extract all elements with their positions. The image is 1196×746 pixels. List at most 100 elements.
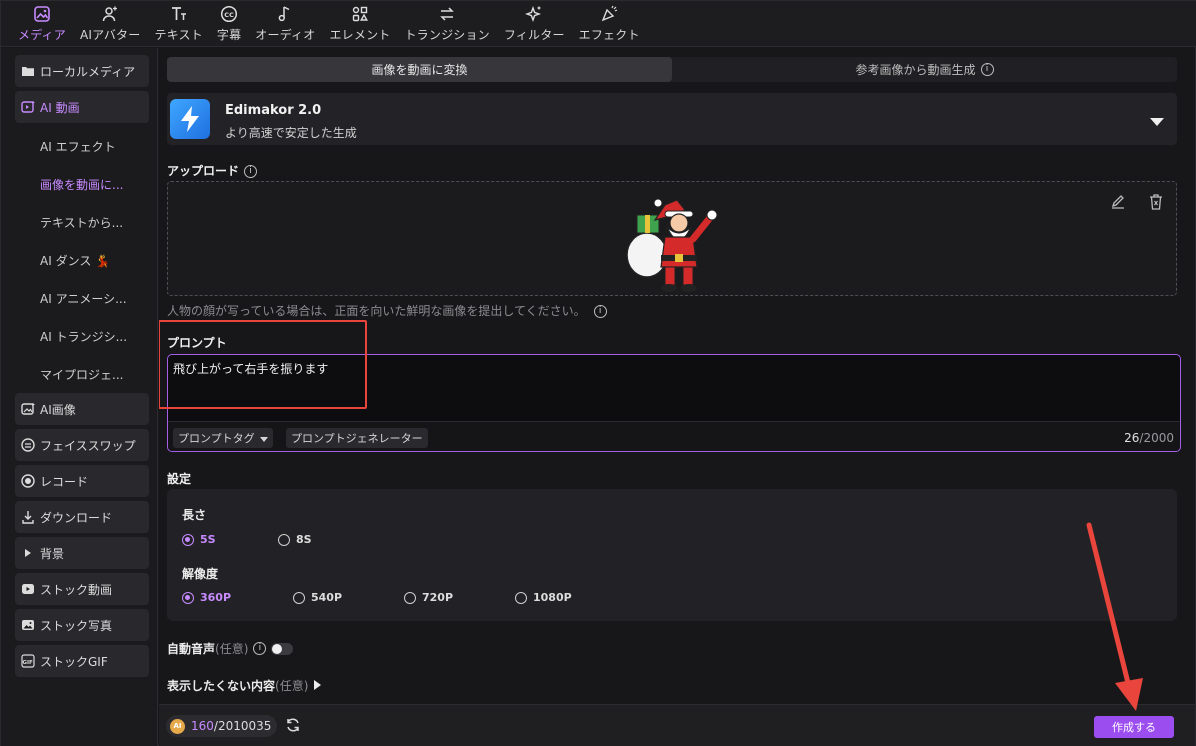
sidebar-item-label: 背景 bbox=[40, 546, 65, 561]
sidebar-item-stock-photo[interactable]: ストック写真 bbox=[15, 609, 149, 641]
tool-text[interactable]: テキスト bbox=[147, 0, 209, 46]
avatar-icon bbox=[99, 4, 121, 24]
text-icon bbox=[168, 4, 190, 24]
info-icon[interactable]: i bbox=[980, 63, 994, 76]
svg-text:CC: CC bbox=[224, 11, 234, 19]
sidebar-item-download[interactable]: ダウンロード bbox=[15, 501, 149, 533]
top-toolbar: メディア AIアバター テキスト CC 字幕 オーディオ エレメント トランジシ… bbox=[1, 1, 1196, 47]
info-icon[interactable]: i bbox=[593, 305, 607, 318]
caret-right-icon bbox=[314, 679, 322, 693]
radio-icon bbox=[182, 591, 194, 604]
refresh-icon[interactable] bbox=[285, 717, 301, 737]
sidebar-item-background[interactable]: 背景 bbox=[15, 537, 149, 569]
radio-icon bbox=[293, 591, 305, 604]
sidebar-sub-image-to-video[interactable]: 画像を動画に... bbox=[15, 165, 149, 203]
auto-audio-row: 自動音声 (任意) i bbox=[167, 640, 294, 657]
stock-photo-icon bbox=[21, 618, 35, 632]
main-panel: 画像を動画に変換 参考画像から動画生成 i Edimakor 2.0 より高速で安… bbox=[159, 48, 1195, 703]
resolution-radio-1080p[interactable]: 1080P bbox=[515, 591, 572, 604]
tool-transition[interactable]: トランジション bbox=[397, 0, 496, 46]
record-icon bbox=[21, 474, 35, 488]
sidebar-item-label: ローカルメディア bbox=[40, 64, 136, 79]
sidebar-item-label: ストック動画 bbox=[40, 582, 113, 597]
edit-pencil-icon[interactable] bbox=[1110, 194, 1126, 214]
sidebar-sub-ai-effect[interactable]: AI エフェクト bbox=[15, 127, 149, 165]
auto-audio-toggle[interactable] bbox=[271, 642, 294, 655]
prompt-footer: プロンプトタグ プロンプトジェネレーター 26/2000 bbox=[168, 421, 1180, 451]
tool-effect[interactable]: エフェクト bbox=[572, 0, 647, 46]
sidebar-sub-text-to-video[interactable]: テキストから... bbox=[15, 203, 149, 241]
info-icon[interactable]: i bbox=[253, 642, 267, 655]
resolution-radio-720p[interactable]: 720P bbox=[404, 591, 453, 604]
model-description: より高速で安定した生成 bbox=[225, 126, 357, 140]
sidebar-item-local-media[interactable]: ローカルメディア bbox=[15, 55, 149, 87]
sidebar-item-label: AI 動画 bbox=[40, 100, 80, 115]
caret-down-icon bbox=[259, 432, 268, 445]
sidebar: ローカルメディア AI 動画 AI エフェクト 画像を動画に... テキストから… bbox=[1, 48, 158, 746]
filter-sparkle-icon bbox=[523, 4, 545, 24]
character-counter: 26/2000 bbox=[1124, 431, 1174, 445]
sidebar-item-label: ストック写真 bbox=[40, 618, 113, 633]
settings-panel: 長さ 5S 8S 解像度 360P 540P 720P 1080P bbox=[167, 489, 1177, 621]
model-selector[interactable]: Edimakor 2.0 より高速で安定した生成 bbox=[167, 93, 1177, 145]
prompt-input[interactable]: 飛び上がって右手を振ります bbox=[173, 360, 1073, 415]
radio-icon bbox=[182, 533, 194, 546]
santa-image bbox=[625, 185, 725, 299]
prompt-box: 飛び上がって右手を振ります プロンプトタグ プロンプトジェネレーター 26/20… bbox=[167, 354, 1181, 452]
prompt-tag-dropdown[interactable]: プロンプトタグ bbox=[173, 428, 273, 448]
sidebar-item-label: レコード bbox=[40, 474, 89, 489]
lightning-logo-icon bbox=[170, 99, 210, 139]
caret-right-icon bbox=[21, 546, 35, 560]
tool-subtitle[interactable]: CC 字幕 bbox=[210, 0, 248, 46]
length-radio-8s[interactable]: 8S bbox=[278, 533, 312, 546]
tab-image-to-video[interactable]: 画像を動画に変換 bbox=[167, 57, 672, 82]
resolution-radio-360p[interactable]: 360P bbox=[182, 591, 231, 604]
ai-image-icon bbox=[21, 402, 35, 416]
tool-element[interactable]: エレメント bbox=[322, 0, 397, 46]
credits-badge: AI 160/2010035 bbox=[166, 715, 278, 737]
transition-icon bbox=[436, 4, 458, 24]
mode-tabs: 画像を動画に変換 参考画像から動画生成 i bbox=[167, 57, 1177, 82]
prompt-generator-button[interactable]: プロンプトジェネレーター bbox=[286, 428, 428, 448]
upload-area[interactable] bbox=[167, 181, 1177, 296]
app-window: メディア AIアバター テキスト CC 字幕 オーディオ エレメント トランジシ… bbox=[0, 0, 1196, 746]
tool-audio[interactable]: オーディオ bbox=[248, 0, 322, 46]
sidebar-sub-my-project[interactable]: マイプロジェ... bbox=[15, 355, 149, 393]
create-button[interactable]: 作成する bbox=[1094, 716, 1174, 738]
sidebar-item-label: AI画像 bbox=[40, 402, 76, 417]
folder-icon bbox=[21, 64, 35, 78]
settings-title: 設定 bbox=[167, 472, 192, 486]
stock-video-icon bbox=[21, 582, 35, 596]
tool-ai-avatar[interactable]: AIアバター bbox=[73, 0, 147, 46]
upload-hint: 人物の顔が写っている場合は、正面を向いた鮮明な画像を提出してください。 i bbox=[167, 302, 607, 319]
subtitle-icon: CC bbox=[218, 4, 240, 24]
sidebar-item-label: フェイススワップ bbox=[40, 438, 136, 453]
sidebar-item-ai-video[interactable]: AI 動画 bbox=[15, 91, 149, 123]
sidebar-sub-ai-animation[interactable]: AI アニメーシ... bbox=[15, 279, 149, 317]
resolution-radio-540p[interactable]: 540P bbox=[293, 591, 342, 604]
sidebar-item-ai-image[interactable]: AI画像 bbox=[15, 393, 149, 425]
media-icon bbox=[31, 4, 53, 24]
tab-reference-image[interactable]: 参考画像から動画生成 i bbox=[672, 57, 1177, 82]
sidebar-sub-ai-dance[interactable]: AI ダンス 💃 bbox=[15, 241, 149, 279]
sidebar-sub-ai-transition[interactable]: AI トランジシ... bbox=[15, 317, 149, 355]
sidebar-item-face-swap[interactable]: フェイススワップ bbox=[15, 429, 149, 461]
tool-media[interactable]: メディア bbox=[11, 0, 73, 46]
coin-icon: AI bbox=[170, 718, 185, 734]
effect-icon bbox=[598, 4, 620, 24]
download-icon bbox=[21, 510, 35, 524]
sidebar-item-record[interactable]: レコード bbox=[15, 465, 149, 497]
tool-filter[interactable]: フィルター bbox=[497, 0, 572, 46]
radio-icon bbox=[278, 533, 290, 546]
resolution-label: 解像度 bbox=[182, 567, 219, 581]
sidebar-item-label: ダウンロード bbox=[40, 510, 113, 525]
length-radio-5s[interactable]: 5S bbox=[182, 533, 216, 546]
info-icon[interactable]: i bbox=[244, 165, 258, 178]
chevron-down-icon[interactable] bbox=[1149, 112, 1165, 131]
sidebar-item-stock-video[interactable]: ストック動画 bbox=[15, 573, 149, 605]
trash-icon[interactable] bbox=[1148, 193, 1164, 215]
sidebar-item-stock-gif[interactable]: GIF ストックGIF bbox=[15, 645, 149, 677]
radio-icon bbox=[404, 591, 416, 604]
ai-video-icon bbox=[21, 100, 35, 114]
exclude-content-expander[interactable]: 表示したくない内容 (任意) bbox=[167, 677, 322, 694]
